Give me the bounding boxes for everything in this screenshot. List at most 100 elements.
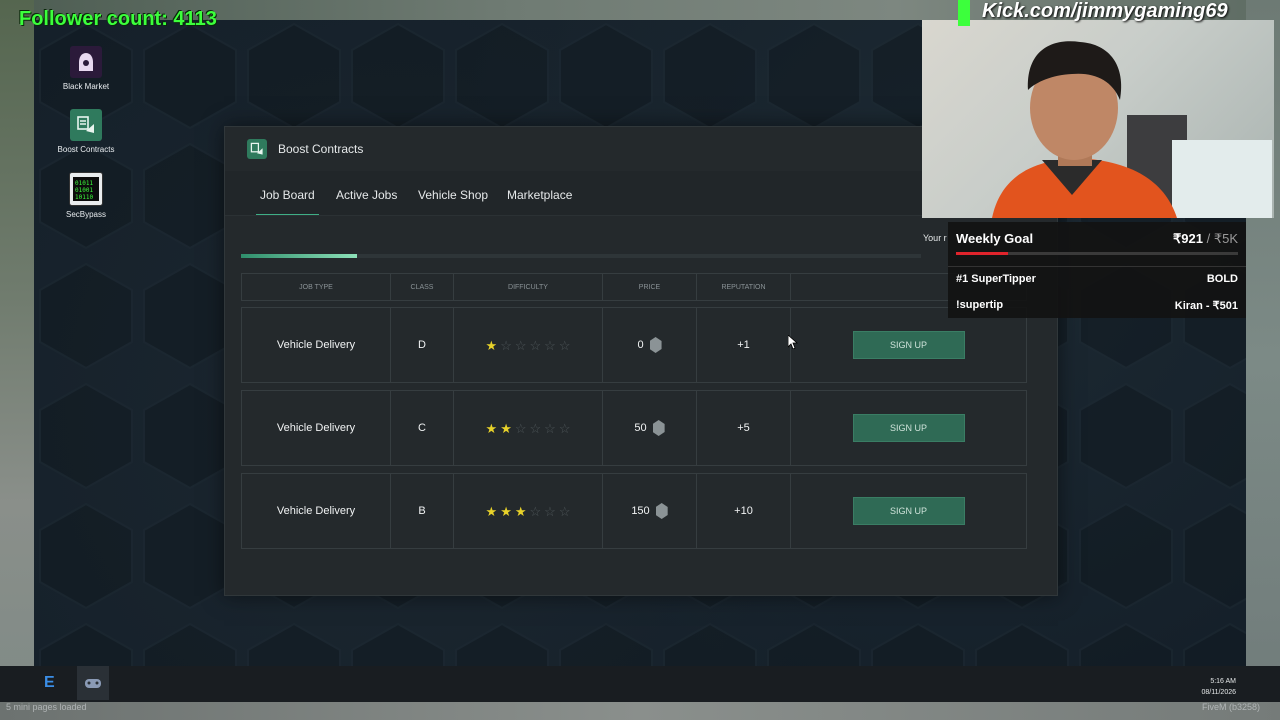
star-empty-icon: ☆ — [529, 420, 542, 436]
reputation-cell: +1 — [697, 308, 791, 382]
goal-supertipper-line: #1 SuperTipper BOLD — [956, 273, 1238, 285]
stream-url: Kick.com/jimmygaming69 — [982, 0, 1228, 22]
reputation-cell: +5 — [697, 391, 791, 465]
star-empty-icon: ☆ — [514, 420, 527, 436]
table-row: Vehicle Delivery C ★ ★ ☆ ☆ ☆ ☆ 50 +5 SIGN UP — [241, 390, 1027, 466]
difficulty-cell: ★ ★ ☆ ☆ ☆ ☆ — [454, 391, 603, 465]
job-type-cell: Vehicle Delivery — [242, 391, 391, 465]
reputation-cell: +10 — [697, 474, 791, 548]
taskbar: E — [0, 666, 1280, 702]
taskbar-clock: 5:16 AM 08/11/2026 — [1201, 676, 1236, 698]
action-cell: SIGN UP — [791, 474, 1026, 548]
footer-status-left: 5 mini pages loaded — [6, 702, 87, 712]
desktop-icon-label: Boost Contracts — [57, 145, 115, 154]
difficulty-stars: ★ ★ ★ ☆ ☆ ☆ — [486, 505, 571, 518]
streamer-webcam — [922, 20, 1274, 218]
column-header-job-type: Job Type — [242, 274, 391, 300]
table-row: Vehicle Delivery D ★ ☆ ☆ ☆ ☆ ☆ 0 +1 SIGN UP — [241, 307, 1027, 383]
column-header-reputation: Reputation — [697, 274, 791, 300]
taskbar-app-gamepad[interactable] — [77, 666, 109, 700]
star-empty-icon: ☆ — [544, 503, 556, 519]
clock-time: 5:16 AM — [1210, 678, 1236, 685]
action-cell: SIGN UP — [791, 391, 1026, 465]
reputation-progress-bar — [241, 254, 921, 258]
goal-target: / ₹5K — [1202, 231, 1238, 246]
sign-up-button[interactable]: SIGN UP — [852, 414, 965, 442]
window-title: Boost Contracts — [278, 142, 364, 156]
star-empty-icon: ☆ — [529, 337, 542, 353]
difficulty-cell: ★ ☆ ☆ ☆ ☆ ☆ — [454, 308, 603, 382]
price-cell: 50 — [603, 391, 697, 465]
star-filled-icon: ★ — [485, 337, 498, 353]
star-empty-icon: ☆ — [544, 337, 556, 353]
action-cell: SIGN UP — [791, 308, 1026, 382]
price-cell: 150 — [603, 474, 697, 548]
kick-logo-icon — [958, 0, 970, 26]
star-filled-icon: ★ — [485, 503, 498, 519]
goal-progress-bar — [956, 252, 1238, 255]
goal-title: Weekly Goal — [956, 231, 1034, 246]
crypto-coin-icon — [652, 420, 665, 436]
launcher-e-icon[interactable]: E — [44, 674, 55, 692]
goal-progress-fill — [956, 252, 1008, 255]
supertipper-label: #1 SuperTipper — [956, 273, 1036, 285]
supertip-command: !supertip — [956, 299, 1004, 311]
clock-date: 08/11/2026 — [1201, 689, 1236, 696]
svg-text:01011: 01011 — [75, 180, 93, 187]
follower-count-overlay: Follower count: 4113 — [19, 8, 217, 30]
goal-current: ₹921 — [1173, 231, 1203, 246]
star-filled-icon: ★ — [500, 420, 512, 436]
tab-active-jobs[interactable]: Active Jobs — [336, 188, 397, 202]
tab-job-board[interactable]: Job Board — [256, 188, 319, 215]
tab-vehicle-shop[interactable]: Vehicle Shop — [418, 188, 488, 202]
star-empty-icon: ☆ — [500, 337, 512, 353]
goal-amount: ₹921 / ₹5K — [1173, 231, 1238, 247]
job-type-cell: Vehicle Delivery — [242, 474, 391, 548]
column-header-difficulty: Difficulty — [454, 274, 603, 300]
table-row: Vehicle Delivery B ★ ★ ★ ☆ ☆ ☆ 150 +10 SIGN U… — [241, 473, 1027, 549]
star-empty-icon: ☆ — [514, 337, 527, 353]
column-header-price: Price — [603, 274, 697, 300]
class-cell: C — [391, 391, 454, 465]
desktop-icon-label: Black Market — [62, 82, 110, 91]
supertipper-name: BOLD — [1206, 273, 1238, 285]
star-filled-icon: ★ — [514, 503, 527, 519]
reputation-progress-fill — [241, 254, 357, 258]
desktop-icon-label: SecBypass — [65, 210, 107, 219]
hood-icon — [70, 46, 102, 78]
mouse-cursor-icon — [788, 335, 798, 349]
sign-up-button[interactable]: SIGN UP — [852, 331, 965, 359]
difficulty-cell: ★ ★ ★ ☆ ☆ ☆ — [454, 474, 603, 548]
star-empty-icon: ☆ — [558, 337, 571, 353]
price-value: 0 — [637, 339, 644, 351]
price-value: 50 — [634, 422, 647, 434]
star-empty-icon: ☆ — [558, 503, 571, 519]
footer-status-right: FiveM (b3258) — [1201, 702, 1260, 712]
star-filled-icon: ★ — [485, 420, 498, 436]
gamepad-icon — [85, 679, 101, 688]
crypto-coin-icon — [655, 503, 668, 519]
goal-supertip-line: !supertip Kiran - ₹501 — [956, 299, 1238, 312]
desktop-icon-boost-contracts[interactable]: Boost Contracts — [54, 109, 118, 154]
sign-up-button[interactable]: SIGN UP — [852, 497, 965, 525]
streamer-figure — [992, 41, 1272, 218]
goal-divider — [948, 266, 1246, 267]
contract-icon — [247, 139, 267, 159]
game-background-left — [0, 0, 34, 720]
job-type-cell: Vehicle Delivery — [242, 308, 391, 382]
reputation-label: Your r — [923, 233, 947, 243]
column-header-class: Class — [391, 274, 454, 300]
svg-text:10110: 10110 — [75, 194, 93, 201]
contract-icon — [70, 109, 102, 141]
svg-text:01001: 01001 — [75, 187, 93, 194]
star-empty-icon: ☆ — [558, 420, 571, 436]
table-header: Job Type Class Difficulty Price Reputati… — [241, 273, 1027, 301]
desktop-icon-secbypass[interactable]: 01011 01001 10110 SecBypass — [54, 172, 118, 219]
tab-marketplace[interactable]: Marketplace — [507, 188, 572, 202]
supertip-last: Kiran - ₹501 — [1174, 300, 1238, 312]
price-cell: 0 — [603, 308, 697, 382]
star-empty-icon: ☆ — [529, 503, 542, 519]
desktop-icon-black-market[interactable]: Black Market — [54, 46, 118, 91]
price-value: 150 — [631, 505, 650, 517]
weekly-goal-widget: Weekly Goal ₹921 / ₹5K #1 SuperTipper BOL… — [948, 222, 1246, 318]
